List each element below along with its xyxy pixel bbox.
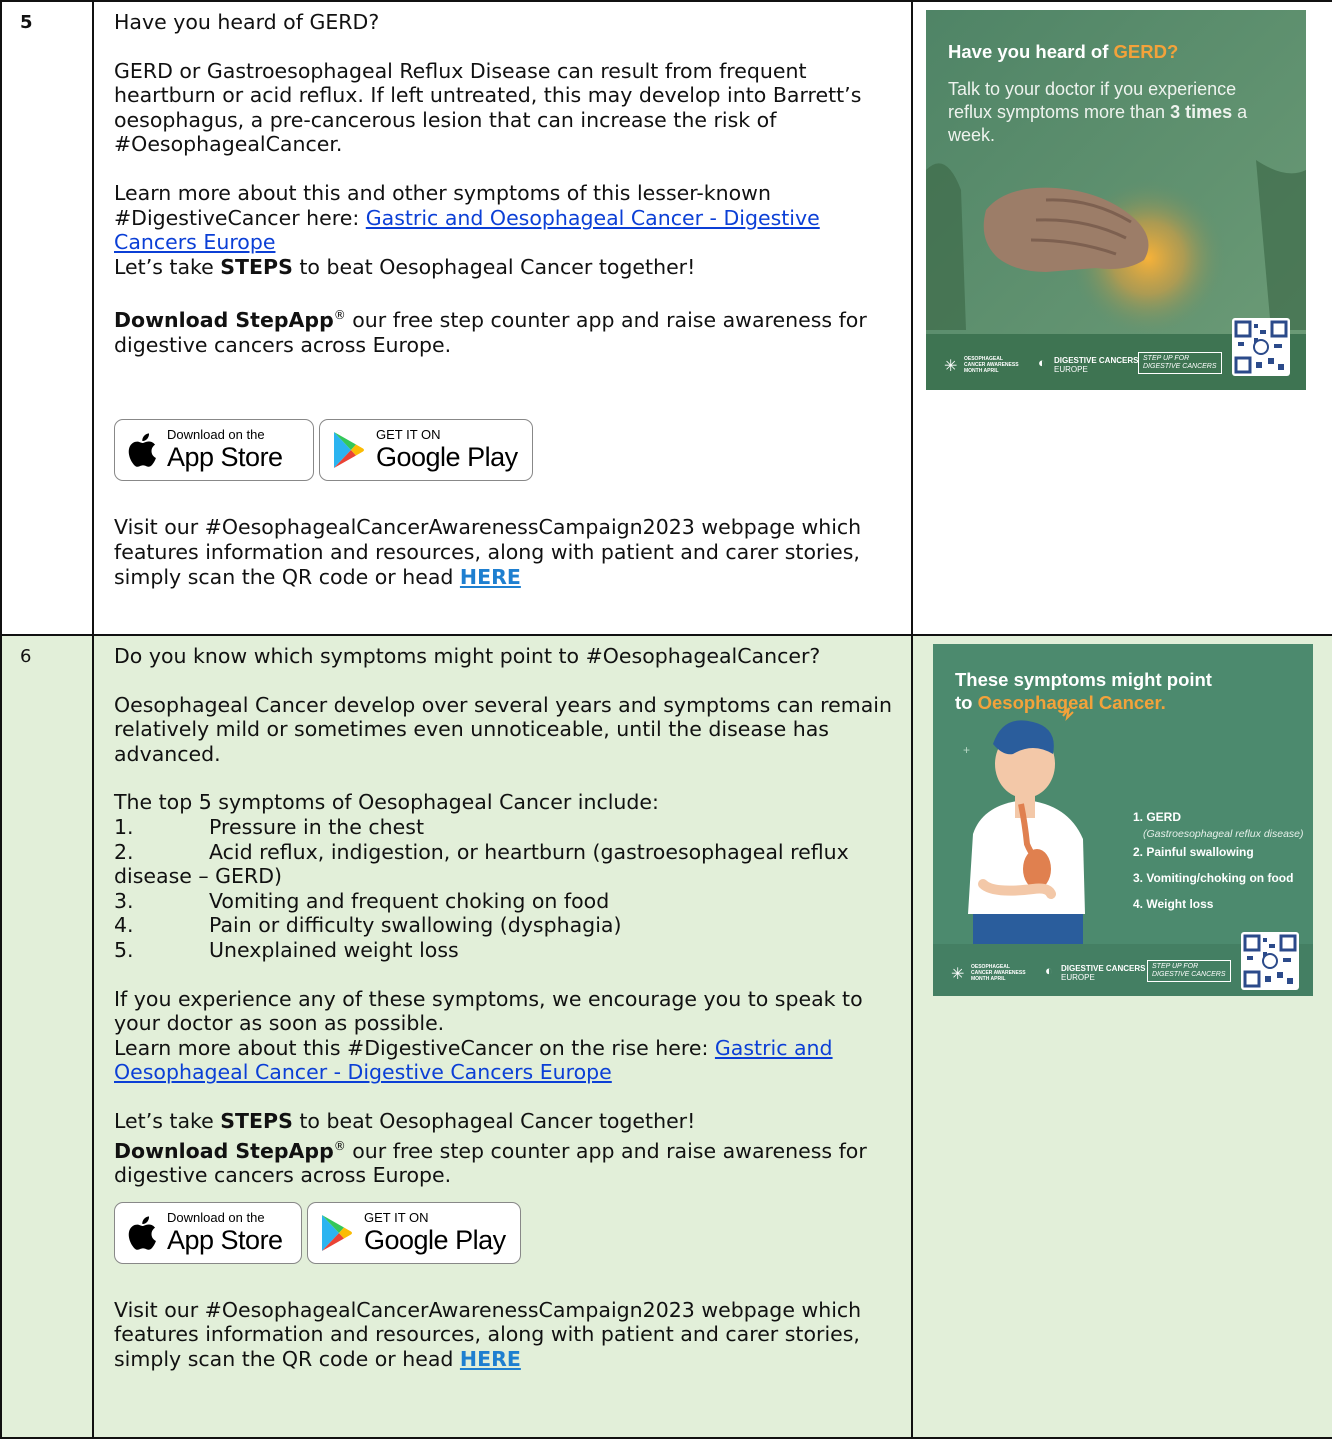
poster-footer: ✳ OESOPHAGEAL CANCER AWARENESS MONTH APR…	[933, 932, 1313, 996]
post-paragraph: Oesophageal Cancer develop over several …	[114, 692, 892, 766]
snowflake-logo-icon: ✳	[951, 966, 965, 983]
snowflake-logo-icon: ✳	[944, 358, 958, 375]
post-row-5: 5 Have you heard of GERD? GERD or Gastro…	[0, 0, 1332, 636]
poster-symptom: 4. Weight loss	[1133, 897, 1214, 911]
post-copy: Do you know which symptoms might point t…	[92, 634, 913, 1439]
post-number: 6	[0, 634, 94, 1439]
here-link[interactable]: HERE	[460, 565, 521, 589]
symptoms-poster-image: + These symptoms might point to Oesophage…	[933, 644, 1313, 996]
month-logo-text: OESOPHAGEAL CANCER AWARENESS MONTH APRIL	[964, 356, 1019, 374]
poster-symptom-note: (Gastroesophageal reflux disease)	[1143, 828, 1304, 840]
step-up-logo: STEP UP FOR DIGESTIVE CANCERS	[1138, 352, 1222, 374]
steps-line: Let’s take STEPS to beat Oesophageal Can…	[114, 1108, 696, 1133]
post-copy: Have you heard of GERD? GERD or Gastroes…	[92, 0, 913, 636]
poster-symptom: 2. Painful swallowing	[1133, 845, 1254, 859]
store-badges: Download on the App Store GET IT ON Google…	[114, 419, 893, 482]
poster-title: Have you heard of GERD?	[948, 41, 1179, 62]
list-item: 4. Pain or difficulty swallowing (dysphag…	[114, 913, 622, 938]
google-play-icon	[322, 1214, 352, 1251]
google-play-icon	[334, 432, 364, 469]
google-play-button[interactable]: GET IT ON Google Play	[307, 1201, 521, 1264]
post-heading: Have you heard of GERD?	[114, 10, 380, 34]
dce-logo-text: DIGESTIVE CANCERS	[1061, 964, 1146, 973]
app-store-button[interactable]: Download on the App Store	[114, 1201, 302, 1264]
gerd-poster-image: Have you heard of GERD? Talk to your doc…	[926, 10, 1306, 390]
list-item: 1. Pressure in the chest	[114, 814, 425, 839]
apple-icon	[128, 1215, 156, 1250]
learn-more-text: Learn more about this and other symptoms…	[114, 180, 820, 255]
dce-logo-icon: ◐	[1038, 355, 1046, 370]
dce-logo-text: DIGESTIVE CANCERS	[1054, 356, 1139, 365]
post-image-cell: Have you heard of GERD? Talk to your doc…	[911, 0, 1332, 636]
post-paragraph: GERD or Gastroesophageal Reflux Disease …	[114, 58, 862, 157]
google-play-button[interactable]: GET IT ON Google Play	[319, 419, 533, 482]
list-item-continuation: disease – GERD)	[114, 864, 283, 889]
apple-icon	[128, 433, 156, 468]
campaign-table: 5 Have you heard of GERD? GERD or Gastro…	[0, 0, 1332, 1439]
store-badges: Download on the App Store GET IT ON Google…	[114, 1201, 893, 1264]
poster-symptom: 3. Vomiting/choking on food	[1133, 871, 1294, 885]
here-link[interactable]: HERE	[460, 1347, 521, 1371]
dce-logo-sub: EUROPE	[1061, 973, 1095, 982]
poster-title: These symptoms might point to Oesophageal…	[955, 669, 1212, 713]
dce-logo-icon: ◐	[1045, 963, 1053, 978]
steps-line: Let’s take STEPS to beat Oesophageal Can…	[114, 254, 696, 279]
poster-subtitle: Talk to your doctor if you experience re…	[948, 79, 1248, 145]
poster-footer: ✳ OESOPHAGEAL CANCER AWARENESS MONTH APR…	[926, 318, 1306, 390]
list-item: 5. Unexplained weight loss	[114, 937, 459, 962]
app-store-button[interactable]: Download on the App Store	[114, 419, 314, 482]
download-line: Download StepApp® our free step counter …	[114, 1138, 867, 1187]
encourage-text: If you experience any of these symptoms,…	[114, 986, 863, 1036]
qr-code	[1241, 932, 1299, 990]
poster-symptom: 1. GERD	[1133, 810, 1182, 824]
learn-more-text: Learn more about this #DigestiveCancer o…	[114, 1035, 833, 1085]
symptom-list-intro: The top 5 symptoms of Oesophageal Cancer…	[114, 790, 659, 815]
qr-code	[1232, 318, 1290, 376]
list-item: 2. Acid reflux, indigestion, or heartburn…	[114, 839, 849, 864]
visit-text: Visit our #OesophagealCancerAwarenessCam…	[114, 1297, 862, 1371]
post-row-6: 6 Do you know which symptoms might point…	[0, 634, 1332, 1439]
post-image-cell: + These symptoms might point to Oesophage…	[911, 634, 1332, 1439]
svg-text:+: +	[963, 743, 970, 757]
post-heading: Do you know which symptoms might point t…	[114, 644, 821, 668]
month-logo-text: OESOPHAGEAL CANCER AWARENESS MONTH APRIL	[971, 964, 1026, 982]
download-line: Download StepApp® our free step counter …	[114, 308, 867, 357]
post-number: 5	[0, 0, 94, 636]
dce-logo-sub: EUROPE	[1054, 365, 1088, 374]
visit-text: Visit our #OesophagealCancerAwarenessCam…	[114, 515, 862, 589]
list-item: 3. Vomiting and frequent choking on food	[114, 888, 610, 913]
step-up-logo: STEP UP FOR DIGESTIVE CANCERS	[1147, 960, 1231, 982]
